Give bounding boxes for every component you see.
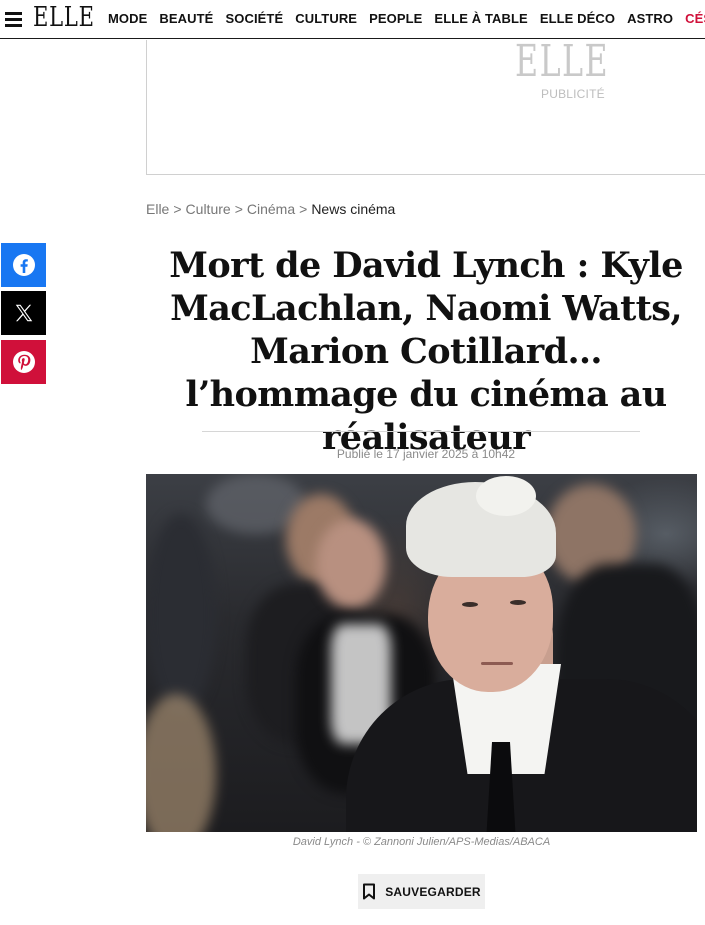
nav-item-culture[interactable]: CULTURE: [295, 11, 357, 29]
ad-banner[interactable]: ELLE PUBLICITÉ: [146, 40, 705, 175]
breadcrumb-separator: >: [234, 201, 243, 217]
nav-item-elle-a-table[interactable]: ELLE À TABLE: [434, 11, 527, 29]
nav-item-people[interactable]: PEOPLE: [369, 11, 422, 29]
nav-item-cesar[interactable]: CÉSA: [685, 11, 705, 29]
breadcrumb-cinema[interactable]: Cinéma: [247, 201, 295, 217]
breadcrumb-culture[interactable]: Culture: [186, 201, 231, 217]
publish-date: Publié le 17 janvier 2025 à 10h42: [336, 447, 516, 461]
breadcrumb-news-cinema[interactable]: News cinéma: [311, 201, 395, 217]
share-pinterest-button[interactable]: [1, 340, 46, 384]
breadcrumb-separator: >: [299, 201, 308, 217]
nav-item-astro[interactable]: ASTRO: [627, 11, 673, 29]
ad-elle-logo: ELLE: [515, 36, 610, 87]
top-navigation-bar: ELLE MODE BEAUTÉ SOCIÉTÉ CULTURE PEOPLE …: [0, 0, 705, 39]
main-nav: MODE BEAUTÉ SOCIÉTÉ CULTURE PEOPLE ELLE …: [108, 11, 705, 29]
nav-item-elle-deco[interactable]: ELLE DÉCO: [540, 11, 615, 29]
title-divider: [202, 431, 640, 432]
article-hero-image[interactable]: [146, 474, 697, 832]
article-title: Mort de David Lynch : Kyle MacLachlan, N…: [169, 245, 683, 458]
facebook-icon: [12, 254, 35, 276]
breadcrumb-elle[interactable]: Elle: [146, 201, 169, 217]
nav-item-societe[interactable]: SOCIÉTÉ: [225, 11, 283, 29]
image-caption: David Lynch - © Zannoni Julien/APS-Media…: [292, 836, 551, 848]
bookmark-icon: [363, 883, 376, 900]
breadcrumb: Elle > Culture > Cinéma > News cinéma: [146, 201, 395, 217]
x-icon: [15, 304, 32, 322]
breadcrumb-separator: >: [173, 201, 182, 217]
nav-item-beaute[interactable]: BEAUTÉ: [159, 11, 213, 29]
save-article-button[interactable]: SAUVEGARDER: [358, 874, 485, 909]
elle-logo[interactable]: ELLE: [33, 3, 95, 33]
share-x-button[interactable]: [1, 291, 46, 335]
share-facebook-button[interactable]: [1, 243, 46, 287]
pinterest-icon: [12, 351, 35, 373]
ad-label: PUBLICITÉ: [541, 87, 605, 101]
save-button-label: SAUVEGARDER: [385, 884, 481, 899]
hamburger-menu-icon[interactable]: [4, 9, 24, 29]
nav-item-mode[interactable]: MODE: [108, 11, 147, 29]
